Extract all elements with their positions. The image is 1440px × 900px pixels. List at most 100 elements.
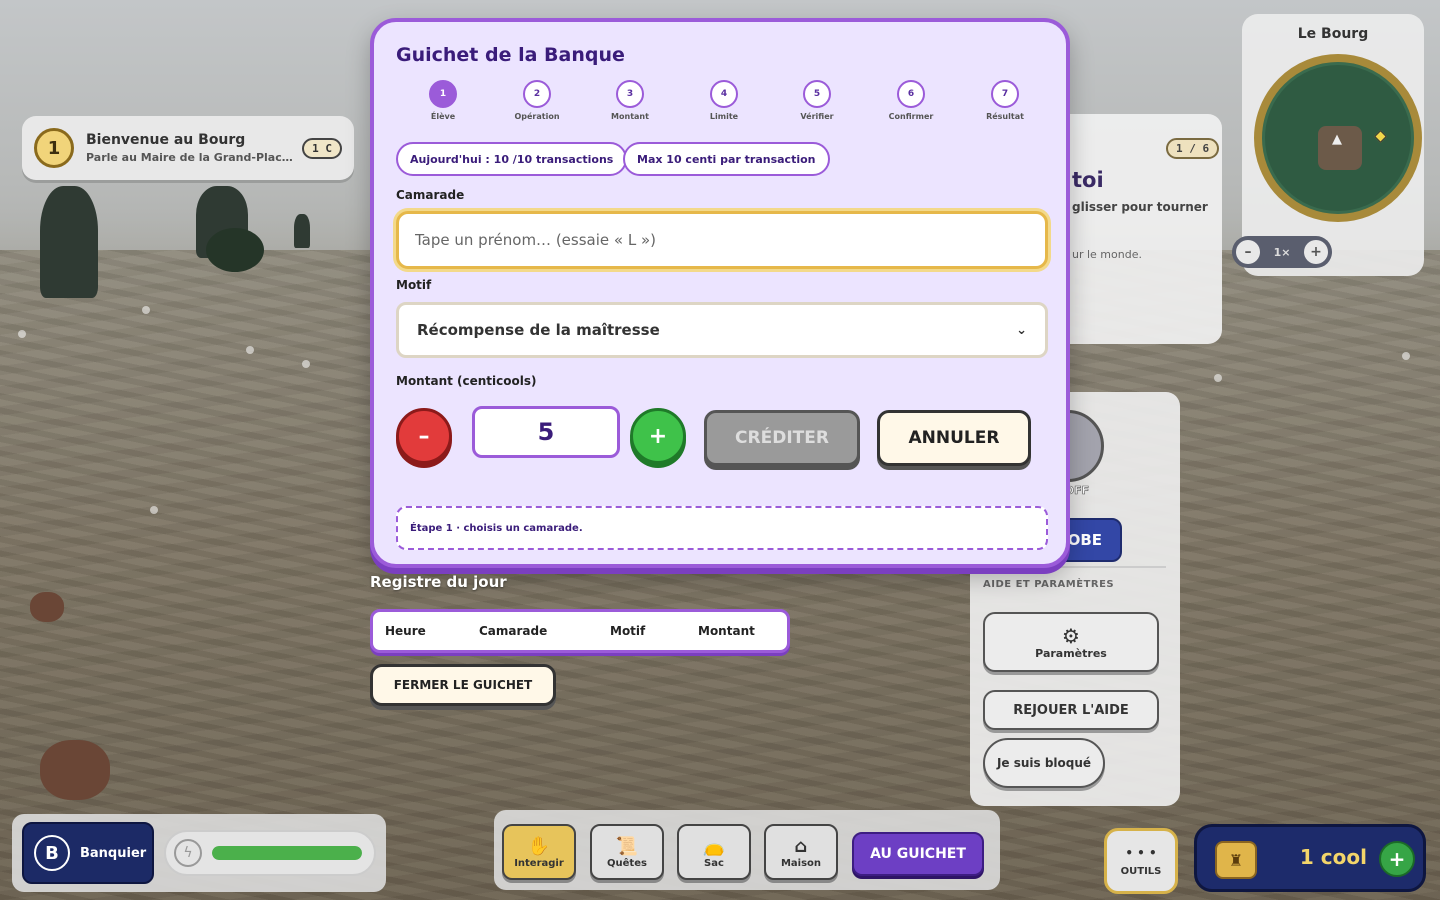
cancel-button[interactable]: ANNULER <box>877 410 1031 466</box>
step-number: 4 <box>710 80 738 108</box>
replay-help-button[interactable]: REJOUER L'AIDE <box>983 690 1159 730</box>
dialog-title: Guichet de la Banque <box>396 44 625 66</box>
comrade-label: Camarade <box>396 188 465 202</box>
objective-marker-icon <box>1374 130 1387 143</box>
creature <box>40 740 110 800</box>
settings-button[interactable]: ⚙ Paramètres <box>983 612 1159 672</box>
tutorial-instruction: glisser pour tourner <box>1072 200 1208 214</box>
bag-icon: 👝 <box>702 835 726 857</box>
step-label: Élève <box>430 112 456 121</box>
wallet: ♜ 1 cool + <box>1194 824 1426 892</box>
quests-label: Quêtes <box>607 857 647 869</box>
snowflake <box>302 360 310 368</box>
motif-selected-value: Récompense de la maîtresse <box>417 321 660 339</box>
step-label: Opération <box>514 112 560 121</box>
step-5: 5 Vérifier <box>770 80 864 121</box>
step-label: Confirmer <box>888 112 934 121</box>
close-counter-button[interactable]: FERMER LE GUICHET <box>370 664 556 706</box>
step-label: Vérifier <box>800 112 834 121</box>
gear-icon: ⚙ <box>1062 623 1080 648</box>
snowflake <box>1214 374 1222 382</box>
step-number: 6 <box>897 80 925 108</box>
snowflake <box>1402 352 1410 360</box>
tools-button[interactable]: • • • OUTILS <box>1104 828 1178 894</box>
step-label: Montant <box>611 112 649 121</box>
step-number: 7 <box>991 80 1019 108</box>
step-hint-text: Étape 1 · choisis un camarade. <box>410 522 583 534</box>
rock <box>30 592 64 622</box>
zoom-level: 1× <box>1273 245 1291 259</box>
minimap-zoom: – 1× + <box>1232 236 1332 268</box>
minimap-title: Le Bourg <box>1297 26 1369 42</box>
step-number: 2 <box>523 80 551 108</box>
snowflake <box>150 506 158 514</box>
more-icon: • • • <box>1125 845 1157 860</box>
quest-text: Bienvenue au Bourg Parle au Maire de la … <box>86 132 296 164</box>
action-bar: ✋ Interagir 📜 Quêtes 👝 Sac ⌂ Maison AU G… <box>494 810 1000 890</box>
increase-amount-button[interactable]: + <box>630 408 686 464</box>
role-avatar: B <box>34 835 70 871</box>
add-funds-button[interactable]: + <box>1379 841 1415 877</box>
bush <box>206 228 264 272</box>
max-per-transaction-pill: Max 10 centi par transaction <box>623 142 830 176</box>
tutorial-counter: 1 / 6 <box>1166 138 1220 159</box>
zoom-out-button[interactable]: – <box>1236 240 1260 264</box>
step-2: 2 Opération <box>490 80 584 121</box>
snowflake <box>18 330 26 338</box>
hand-icon: ✋ <box>527 835 551 857</box>
lightning-icon: ϟ <box>174 839 202 867</box>
quest-reward-badge: 1 C <box>302 137 342 159</box>
motif-select[interactable]: Récompense de la maîtresse ⌄ <box>396 302 1048 358</box>
stuck-label: Je suis bloqué <box>996 756 1092 770</box>
bag-of-coins-icon: ♜ <box>1215 841 1257 879</box>
quest-title: Bienvenue au Bourg <box>86 132 246 148</box>
energy-fill <box>212 846 362 860</box>
bag-button[interactable]: 👝 Sac <box>677 824 751 880</box>
step-label: Résultat <box>986 112 1024 121</box>
tree <box>294 214 310 248</box>
register-table: Heure Camarade Motif Montant <box>370 609 790 653</box>
amount-field[interactable]: 5 <box>472 406 620 458</box>
settings-label: Paramètres <box>1035 646 1107 660</box>
bag-label: Sac <box>704 857 724 869</box>
decrease-amount-button[interactable]: – <box>396 408 452 464</box>
column-header-amount: Montant <box>698 624 755 638</box>
quest-subtitle: Parle au Maire de la Grand-Place p... <box>86 151 296 164</box>
bank-counter-dialog: Guichet de la Banque 1 Élève 2 Opération… <box>370 18 1070 568</box>
wallet-amount: 1 cool <box>1299 845 1367 869</box>
quest-tracker[interactable]: 1 Bienvenue au Bourg Parle au Maire de l… <box>22 116 354 180</box>
step-label: Limite <box>709 112 739 121</box>
chevron-down-icon: ⌄ <box>1016 322 1027 338</box>
step-6: 6 Confirmer <box>864 80 958 121</box>
register-title: Registre du jour <box>370 573 507 591</box>
snowflake <box>246 346 254 354</box>
comrade-input[interactable] <box>396 211 1048 269</box>
quests-button[interactable]: 📜 Quêtes <box>590 824 664 880</box>
motif-label: Motif <box>396 278 432 292</box>
tree <box>40 186 98 298</box>
interact-button[interactable]: ✋ Interagir <box>502 824 576 880</box>
column-header-motif: Motif <box>610 624 646 638</box>
help-settings-heading: AIDE ET PARAMÈTRES <box>983 579 1115 590</box>
credit-button[interactable]: CRÉDITER <box>704 410 860 466</box>
house-icon: ⌂ <box>794 835 808 857</box>
step-number: 5 <box>803 80 831 108</box>
stuck-button[interactable]: Je suis bloqué <box>983 738 1105 788</box>
step-indicator: 1 Élève 2 Opération 3 Montant 4 Limite 5… <box>396 80 1052 128</box>
role-card[interactable]: B Banquier <box>22 822 154 884</box>
house-label: Maison <box>780 857 822 869</box>
go-to-counter-button[interactable]: AU GUICHET <box>852 832 984 876</box>
tutorial-note: ur le monde. <box>1072 248 1142 261</box>
step-7: 7 Résultat <box>958 80 1052 121</box>
zoom-in-button[interactable]: + <box>1304 240 1328 264</box>
tutorial-title: toi <box>1072 168 1104 192</box>
minimap-map[interactable]: ▲ <box>1254 54 1422 222</box>
role-name: Banquier <box>80 845 147 861</box>
role-hud: B Banquier ϟ <box>12 814 386 892</box>
tools-label: OUTILS <box>1120 865 1162 877</box>
energy-track <box>212 846 362 860</box>
step-number: 3 <box>616 80 644 108</box>
column-header-comrade: Camarade <box>479 624 548 638</box>
house-button[interactable]: ⌂ Maison <box>764 824 838 880</box>
step-3: 3 Montant <box>583 80 677 121</box>
